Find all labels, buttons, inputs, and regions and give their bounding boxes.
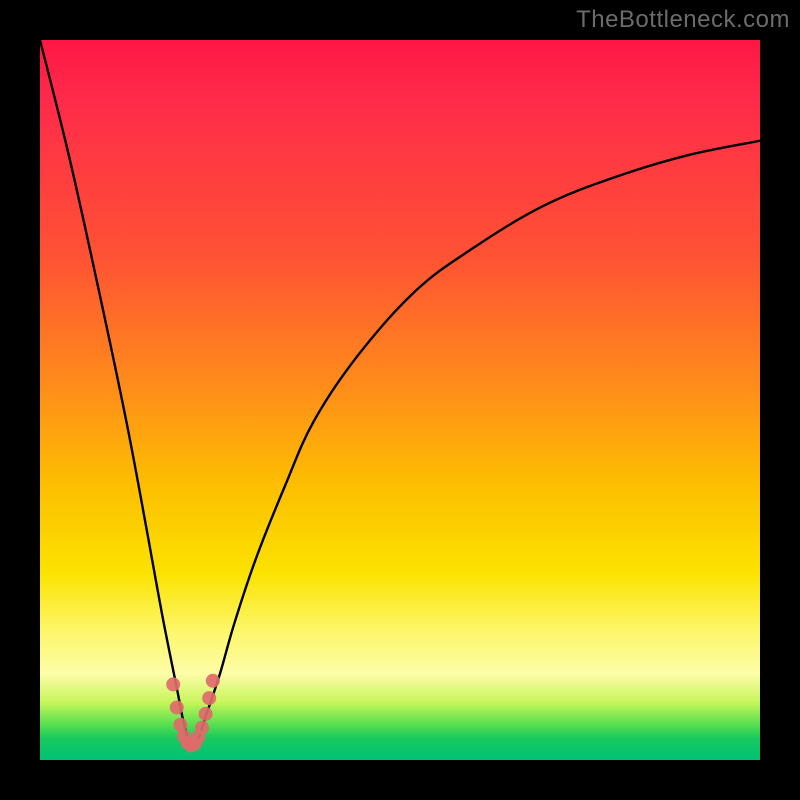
sweet-spot-marker [199, 707, 213, 721]
bottleneck-curve [40, 40, 760, 746]
chart-frame: TheBottleneck.com [0, 0, 800, 800]
sweet-spot-marker [170, 700, 184, 714]
plot-area [40, 40, 760, 760]
sweet-spot-marker [195, 721, 209, 735]
sweet-spot-marker [206, 674, 220, 688]
sweet-spot-marker [202, 691, 216, 705]
plot-svg [40, 40, 760, 760]
attribution-text: TheBottleneck.com [576, 6, 790, 34]
sweet-spot-marker [166, 677, 180, 691]
sweet-spot-markers [166, 674, 220, 753]
